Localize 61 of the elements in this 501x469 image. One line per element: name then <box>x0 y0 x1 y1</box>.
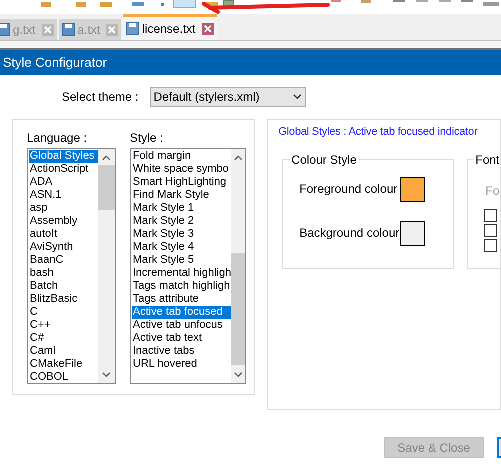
list-item[interactable]: asp <box>29 202 98 215</box>
next-button[interactable] <box>497 437 501 458</box>
list-item[interactable]: Incremental highligh <box>132 267 232 280</box>
foreground-label: Foreground colour <box>300 181 398 198</box>
checkbox[interactable] <box>484 238 497 252</box>
scrollbar[interactable] <box>98 149 115 383</box>
list-item[interactable]: Mark Style 5 <box>132 254 232 267</box>
list-item[interactable]: Global Styles <box>29 150 98 163</box>
list-item[interactable]: Tags attribute <box>132 293 232 306</box>
list-item[interactable]: Mark Style 1 <box>132 202 232 215</box>
scroll-down-icon[interactable] <box>102 372 111 378</box>
list-item[interactable]: AviSynth <box>29 241 98 254</box>
window-title: Style Configurator <box>3 54 108 72</box>
style-header: Global Styles : Active tab focused indicator <box>278 125 479 140</box>
list-item[interactable]: Assembly <box>29 215 98 228</box>
list-item[interactable]: URL hovered <box>132 358 232 371</box>
list-item[interactable]: ActionScript <box>29 163 98 176</box>
list-item[interactable]: C <box>29 306 98 319</box>
list-item[interactable]: ADA <box>29 176 98 189</box>
list-item[interactable]: Mark Style 2 <box>132 215 232 228</box>
list-item[interactable]: C++ <box>29 319 98 332</box>
scroll-up-icon[interactable] <box>102 155 111 161</box>
list-item[interactable]: Active tab text <box>132 332 232 345</box>
list-item[interactable]: C# <box>29 332 98 345</box>
list-item[interactable]: White space symbo <box>132 163 232 176</box>
checkbox[interactable] <box>484 208 497 222</box>
scroll-thumb[interactable] <box>231 253 245 365</box>
list-item[interactable]: bash <box>29 267 98 280</box>
list-item[interactable]: Smart HighLighting <box>132 176 232 189</box>
list-item[interactable]: BlitzBasic <box>29 293 98 306</box>
list-item[interactable]: Tags match highligh <box>132 280 232 293</box>
list-item[interactable]: Active tab unfocus <box>132 319 232 332</box>
scroll-up-icon[interactable] <box>234 155 243 161</box>
list-label: Language : <box>27 132 88 145</box>
list-item[interactable]: BaanC <box>29 254 98 267</box>
checkbox[interactable] <box>484 224 497 236</box>
file-tab[interactable]: license.txt <box>123 14 217 40</box>
scroll-down-icon[interactable] <box>234 372 243 378</box>
font-label: Fo <box>486 182 500 200</box>
theme-dropdown[interactable]: Default (stylers.xml) <box>150 87 306 107</box>
list-item[interactable]: Active tab focused <box>132 306 232 319</box>
list-item[interactable]: ASN.1 <box>29 189 98 202</box>
list-item[interactable]: Fold margin <box>132 150 232 163</box>
list-label: Style : <box>130 132 164 145</box>
scrollbar[interactable] <box>231 149 245 383</box>
theme-label: Select theme : <box>62 89 139 106</box>
list-item[interactable]: CMakeFile <box>29 358 98 371</box>
list-item[interactable]: Mark Style 4 <box>132 241 232 254</box>
list-item[interactable]: COBOL <box>29 371 98 383</box>
chevron-down-icon <box>292 94 302 100</box>
list-item[interactable]: Inactive tabs <box>132 345 232 358</box>
scroll-thumb[interactable] <box>98 165 115 210</box>
background-label: Background colour <box>300 225 400 242</box>
list-item[interactable]: Find Mark Style <box>132 189 232 202</box>
colour-swatch[interactable] <box>400 176 425 202</box>
colour-swatch[interactable] <box>400 220 425 246</box>
list-item[interactable]: autoIt <box>29 228 98 241</box>
close-icon[interactable] <box>202 22 214 34</box>
list-item[interactable]: Mark Style 3 <box>132 228 232 241</box>
list-item[interactable]: Caml <box>29 345 98 358</box>
list-item[interactable]: Batch <box>29 280 98 293</box>
